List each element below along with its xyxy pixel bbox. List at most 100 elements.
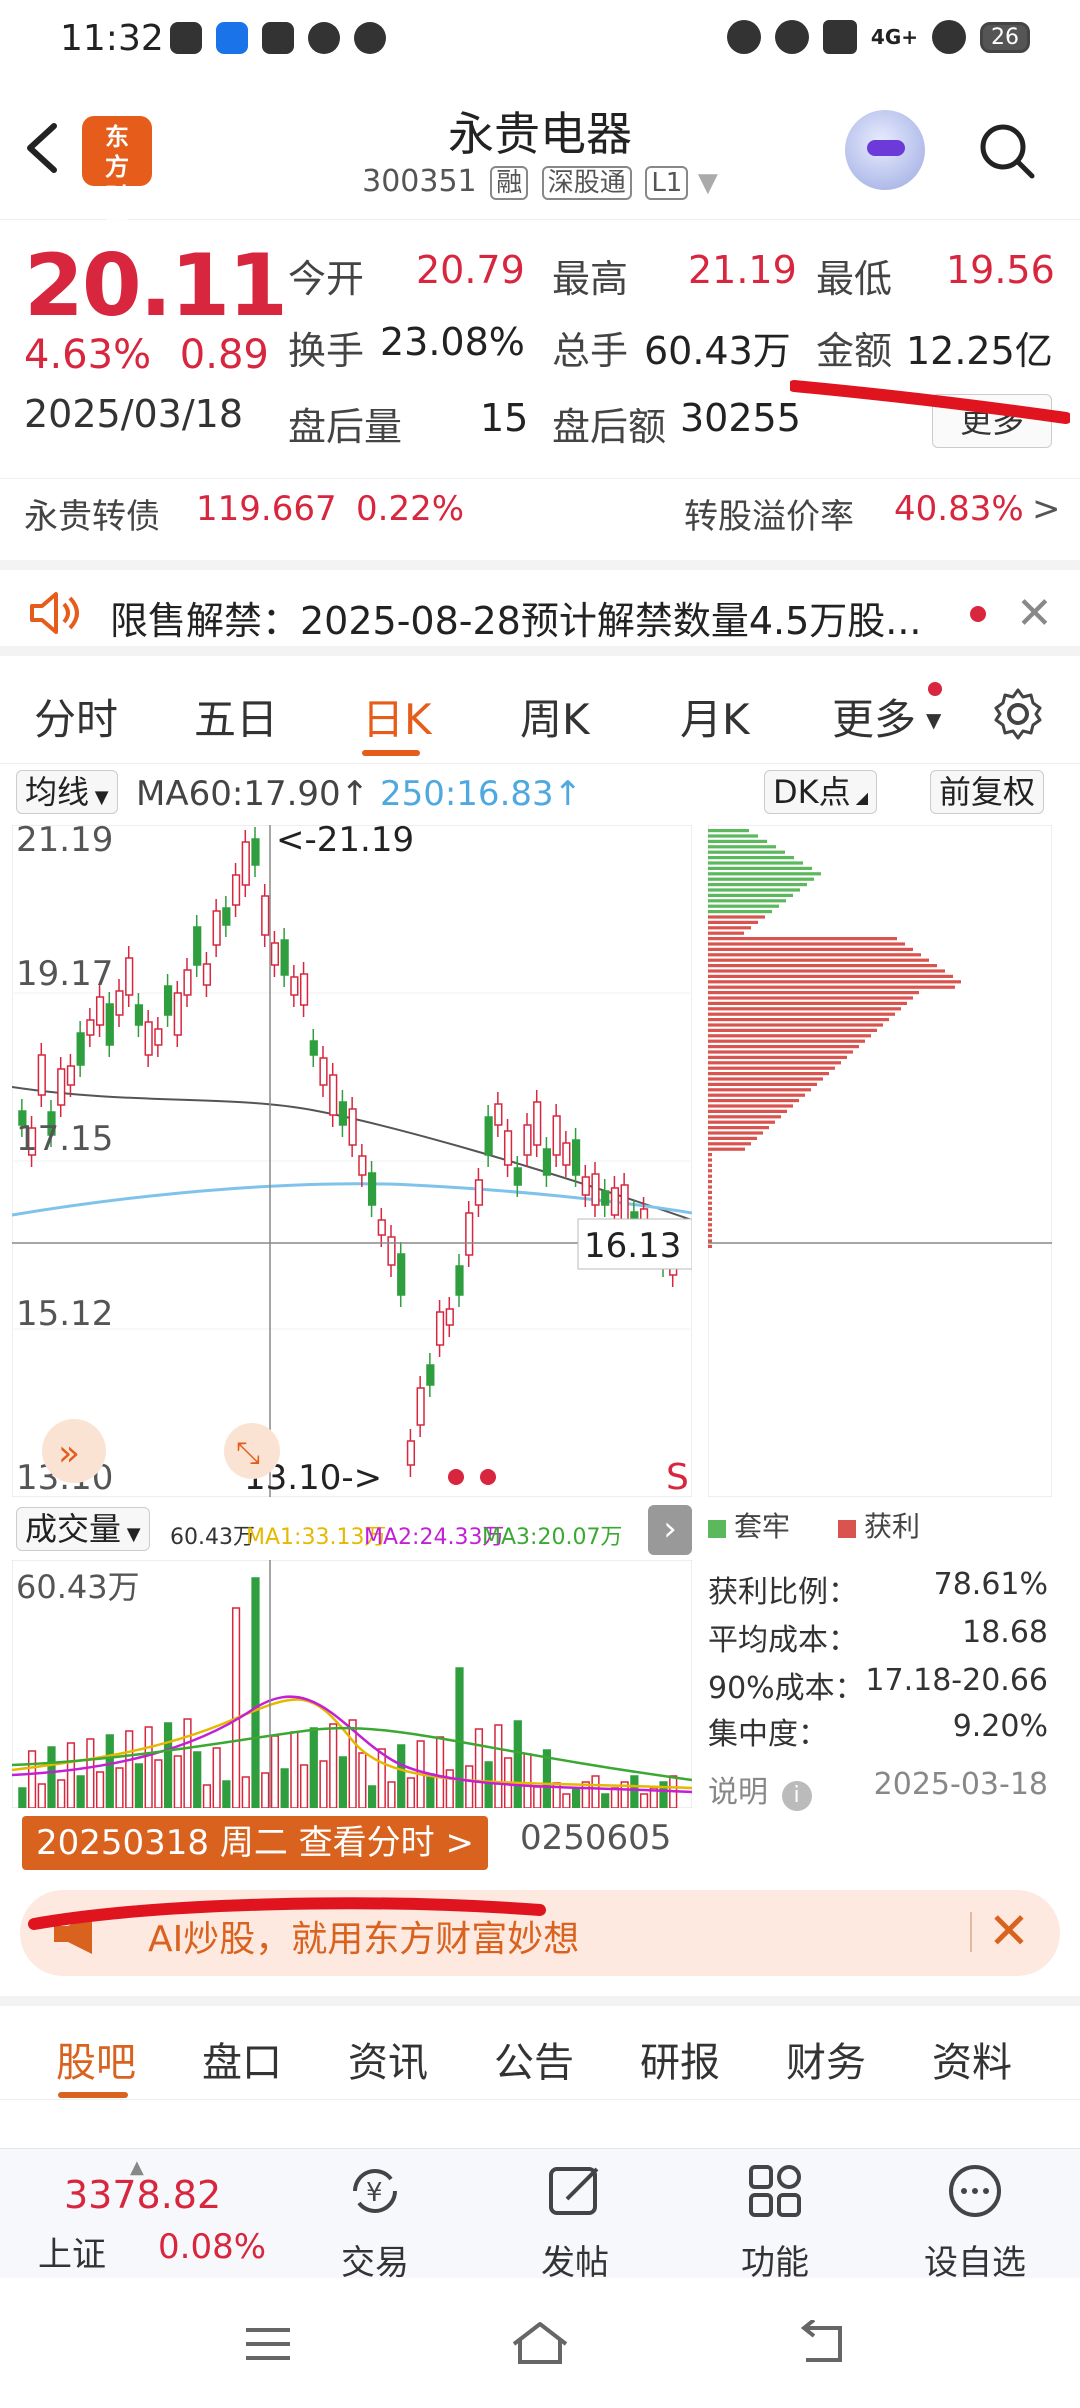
more-dots-icon [949, 2165, 1001, 2217]
quote-date: 2025/03/18 [24, 392, 244, 436]
chip-bar [708, 1174, 712, 1178]
dk-point-button[interactable]: DK点 ◢ [764, 770, 878, 814]
note-row[interactable]: 说明 i 2025-03-18 [708, 1767, 1048, 1811]
sell-signal: S [666, 1457, 689, 1497]
volume-label: 成交量 [25, 1510, 122, 1548]
volume-bar [610, 1787, 620, 1808]
tab-monthly-k[interactable]: 月K [680, 686, 750, 747]
ma60-value: MA60:17.90↑ [136, 774, 370, 814]
ma3-label: MA3:20.07万 [482, 1525, 623, 1550]
candle-body [542, 1148, 552, 1176]
tab-profile[interactable]: 资料 [932, 2030, 1012, 2088]
chip-bar [708, 1228, 712, 1232]
settings-gear-icon[interactable] [990, 686, 1046, 742]
ma1-name: MA1 [246, 1525, 295, 1550]
notice-text: 限售解禁：2025-08-28预计解禁数量4.5万股... [110, 599, 922, 643]
tab-daily-k[interactable]: 日K [362, 686, 432, 747]
chip-bar [708, 964, 937, 968]
candle-body [290, 976, 299, 996]
expand-indicator-button[interactable]: › [648, 1505, 692, 1555]
tab-order-book[interactable]: 盘口 [202, 2030, 282, 2088]
active-tab-indicator [58, 2092, 128, 2098]
yuan-exchange-icon: ¥ [353, 2169, 397, 2213]
row-label: 平均成本： [708, 1623, 858, 1658]
candle-body [163, 985, 173, 1016]
open-label: 今开 [288, 257, 365, 301]
premium-label: 转股溢价率 [684, 497, 854, 537]
tab-five-day[interactable]: 五日 [194, 686, 278, 747]
chip-bar [708, 1234, 712, 1238]
chip-bar [708, 926, 751, 930]
ai-promo-banner[interactable]: AI炒股，就用东方财富妙想 ✕ [20, 1890, 1060, 1976]
volume-bar [76, 1775, 85, 1808]
chip-bar [708, 1196, 712, 1200]
volume-bar [319, 1760, 328, 1808]
volume-dropdown[interactable]: 成交量 ▼ [16, 1507, 150, 1551]
chip-bar [708, 1023, 883, 1027]
close-icon[interactable]: ✕ [988, 1902, 1030, 1960]
unlock-notice[interactable]: 限售解禁：2025-08-28预计解禁数量4.5万股... ✕ [0, 560, 1080, 656]
volume-bar [533, 1786, 542, 1808]
chip-bar [708, 942, 905, 946]
nav-post-label: 发帖 [541, 2243, 609, 2283]
chip-bar [708, 947, 913, 951]
candle-body [494, 1103, 503, 1126]
chip-bar [708, 1061, 841, 1065]
low-label: 最低 [816, 257, 893, 301]
back-nav-icon[interactable] [796, 2320, 848, 2366]
menu-icon[interactable] [244, 2324, 292, 2364]
candle-body [115, 990, 124, 1016]
candle-body [241, 841, 250, 886]
chip-bar [708, 1190, 712, 1194]
chip-bar [708, 1045, 859, 1049]
adjust-button[interactable]: 前复权 [930, 770, 1045, 814]
view-intraday-button[interactable]: 20250318 周二 查看分时 > [22, 1816, 488, 1870]
tab-announcements[interactable]: 公告 [494, 2030, 574, 2088]
chip-bar [708, 985, 955, 989]
candlestick-chart[interactable]: 21.19 19.17 17.15 15.12 13.10 <-21.19 13… [12, 825, 692, 1497]
ma-dropdown[interactable]: 均线 ▼ [16, 770, 118, 814]
volume-bar [299, 1764, 309, 1808]
change-amount: 0.89 [179, 332, 269, 378]
convertible-bond-row[interactable]: 永贵转债 119.667 0.22% 转股溢价率 40.83% > [0, 478, 1080, 548]
volume-indicator-bar: 成交量 ▼ 60.43万 MA1:33.13万 MA2:24.33万 MA3:2… [12, 1505, 692, 1555]
candle-body [37, 1054, 46, 1096]
dropdown-icon[interactable]: ▼ [698, 168, 718, 198]
chip-bar [708, 1163, 712, 1167]
profit-ratio-row: 获利比例： 78.61% [708, 1567, 1048, 1611]
premium-value: 40.83% [894, 489, 1024, 529]
connect-tag: 深股通 [541, 166, 632, 200]
tab-intraday[interactable]: 分时 [34, 686, 118, 747]
volume-bar [27, 1750, 37, 1808]
home-icon[interactable] [508, 2318, 572, 2368]
event-dot[interactable] [480, 1469, 496, 1485]
chevron-right-icon: > [1032, 489, 1061, 529]
tab-more[interactable]: 更多 [832, 686, 916, 747]
tab-financials[interactable]: 财务 [786, 2030, 866, 2088]
chip-bar [708, 1201, 712, 1205]
row-label: 90%成本： [708, 1671, 865, 1706]
volume-label: 总手 [552, 329, 629, 373]
volume-bar [513, 1720, 522, 1808]
event-dot[interactable] [448, 1469, 464, 1485]
after-amount-label: 盘后额 [552, 405, 667, 449]
y-tick-label: 17.15 [16, 1119, 113, 1159]
tab-research[interactable]: 研报 [640, 2030, 720, 2088]
close-icon[interactable]: ✕ [1016, 588, 1053, 639]
ai-assistant-avatar[interactable] [845, 110, 925, 190]
volume-bar [163, 1722, 173, 1808]
candle-body [533, 1101, 542, 1146]
search-icon[interactable] [978, 122, 1036, 180]
status-bar: 11:32 4G+ 26 [0, 0, 1080, 80]
chip-bar [708, 872, 821, 876]
tab-guba[interactable]: 股吧 [56, 2030, 136, 2088]
candle-body [610, 1187, 620, 1216]
candle-body [455, 1265, 464, 1296]
row-value: 9.20% [952, 1709, 1048, 1744]
tab-weekly-k[interactable]: 周K [520, 686, 590, 747]
candle-body [212, 910, 221, 946]
volume-bar [183, 1718, 192, 1808]
chip-bar [708, 1131, 763, 1135]
tab-news[interactable]: 资讯 [348, 2030, 428, 2088]
volume-bar [474, 1728, 484, 1808]
